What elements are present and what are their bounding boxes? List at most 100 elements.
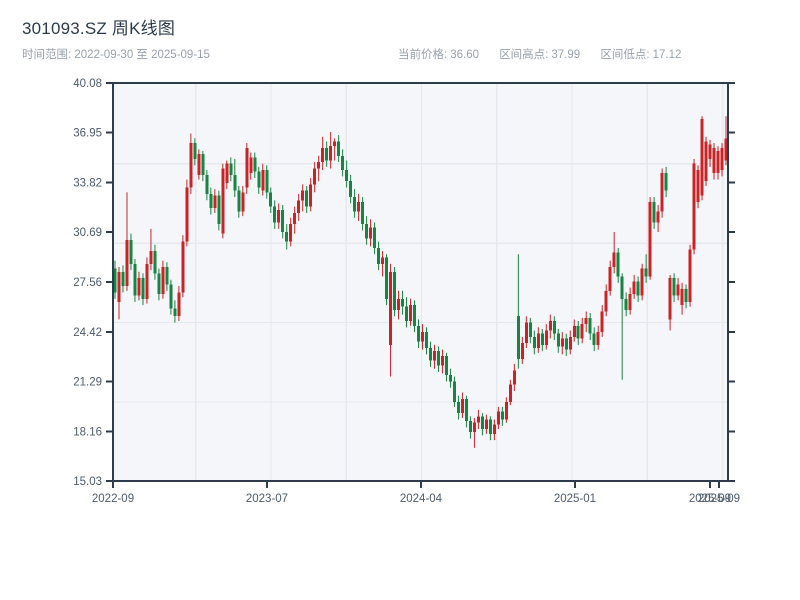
- candle-body-up: [721, 148, 724, 170]
- candle-body-up: [649, 202, 652, 277]
- candle-body-up: [521, 343, 524, 359]
- candle-body-up: [513, 370, 516, 384]
- candle-body-up: [545, 331, 548, 345]
- x-tick-label: 2025-09: [698, 493, 740, 505]
- candle-body-up: [249, 157, 252, 173]
- candle-body-down: [217, 195, 220, 224]
- candle-body-down: [429, 348, 432, 361]
- candle-body-down: [265, 170, 268, 192]
- candle-body-up: [137, 278, 140, 295]
- candle-body-up: [213, 195, 216, 208]
- candle-body-up: [601, 311, 604, 332]
- candle-body-up: [701, 119, 704, 195]
- candle-body-up: [245, 148, 248, 188]
- candle-body-up: [369, 227, 372, 238]
- y-tick-label: 27.56: [73, 277, 102, 289]
- candle-body-up: [717, 151, 720, 173]
- candle-body-down: [457, 402, 460, 413]
- candle-body-down: [637, 281, 640, 295]
- candle-body-down: [393, 272, 396, 310]
- candle-body-up: [185, 188, 188, 242]
- candle-body-up: [705, 141, 708, 181]
- candle-body-up: [117, 272, 120, 302]
- y-tick-label: 30.69: [73, 227, 102, 239]
- candle-body-down: [201, 154, 204, 175]
- candle-body-up: [641, 269, 644, 296]
- candle-body-down: [325, 148, 328, 161]
- candle-body-up: [441, 356, 444, 366]
- candle-body-up: [505, 402, 508, 419]
- candle-body-up: [149, 251, 152, 264]
- candle-body-down: [449, 375, 452, 381]
- candle-body-up: [293, 213, 296, 224]
- candle-body-down: [133, 264, 136, 296]
- candle-body-down: [361, 202, 364, 224]
- candle-body-down: [593, 334, 596, 345]
- candle-body-up: [661, 173, 664, 211]
- candle-body-down: [165, 267, 168, 284]
- candle-body-up: [381, 257, 384, 263]
- candle-body-up: [561, 338, 564, 346]
- candle-body-down: [501, 412, 504, 420]
- candle-body-up: [697, 170, 700, 202]
- candle-body-down: [229, 164, 232, 175]
- candle-body-up: [609, 267, 612, 291]
- candle-body-up: [681, 289, 684, 305]
- candle-body-up: [421, 332, 424, 342]
- candle-body-up: [633, 281, 636, 294]
- plot-area: [113, 83, 728, 481]
- candle-body-up: [689, 250, 692, 302]
- candle-body-up: [525, 323, 528, 344]
- candle-body-up: [389, 272, 392, 345]
- candle-body-up: [597, 332, 600, 345]
- candle-body-up: [333, 141, 336, 146]
- candle-body-down: [141, 278, 144, 299]
- candle-body-down: [453, 381, 456, 402]
- candle-body-down: [665, 173, 668, 190]
- candle-body-up: [629, 294, 632, 310]
- candle-body-down: [365, 224, 368, 238]
- candle-body-up: [573, 326, 576, 337]
- candle-body-up: [145, 264, 148, 299]
- candle-body-up: [313, 168, 316, 184]
- candle-body-down: [577, 326, 580, 339]
- candle-body-down: [349, 181, 352, 197]
- candle-body-down: [257, 172, 260, 188]
- candle-body-up: [125, 240, 128, 286]
- candle-body-up: [677, 284, 680, 295]
- y-tick-label: 24.42: [73, 327, 102, 339]
- candle-body-down: [617, 253, 620, 277]
- candle-body-down: [209, 194, 212, 208]
- y-tick-label: 15.03: [73, 476, 102, 488]
- candle-body-down: [281, 210, 284, 232]
- candle-body-up: [657, 211, 660, 222]
- candle-body-down: [169, 284, 172, 308]
- candle-body-up: [713, 148, 716, 173]
- candle-body-up: [497, 412, 500, 425]
- candle-body-up: [181, 242, 184, 293]
- y-tick-label: 40.08: [73, 78, 102, 90]
- candle-body-down: [273, 207, 276, 223]
- candle-body-down: [377, 248, 380, 264]
- candle-body-up: [329, 146, 332, 160]
- candle-body-up: [549, 321, 552, 331]
- candle-body-up: [613, 253, 616, 267]
- candle-body-down: [341, 156, 344, 170]
- candle-body-up: [321, 148, 324, 162]
- candle-body-up: [197, 154, 200, 175]
- candle-body-up: [537, 334, 540, 348]
- candle-body-down: [481, 416, 484, 429]
- candle-body-down: [425, 332, 428, 348]
- candle-body-up: [433, 351, 436, 361]
- candle-body-down: [401, 299, 404, 307]
- candle-body-down: [337, 141, 340, 155]
- candle-body-down: [173, 308, 176, 316]
- candle-body-down: [193, 143, 196, 159]
- candle-body-up: [297, 200, 300, 213]
- candle-body-up: [309, 184, 312, 206]
- candle-body-down: [445, 356, 448, 375]
- candle-body-down: [253, 157, 256, 171]
- candle-body-up: [473, 423, 476, 433]
- candle-body-up: [277, 210, 280, 223]
- candle-body-up: [301, 191, 304, 201]
